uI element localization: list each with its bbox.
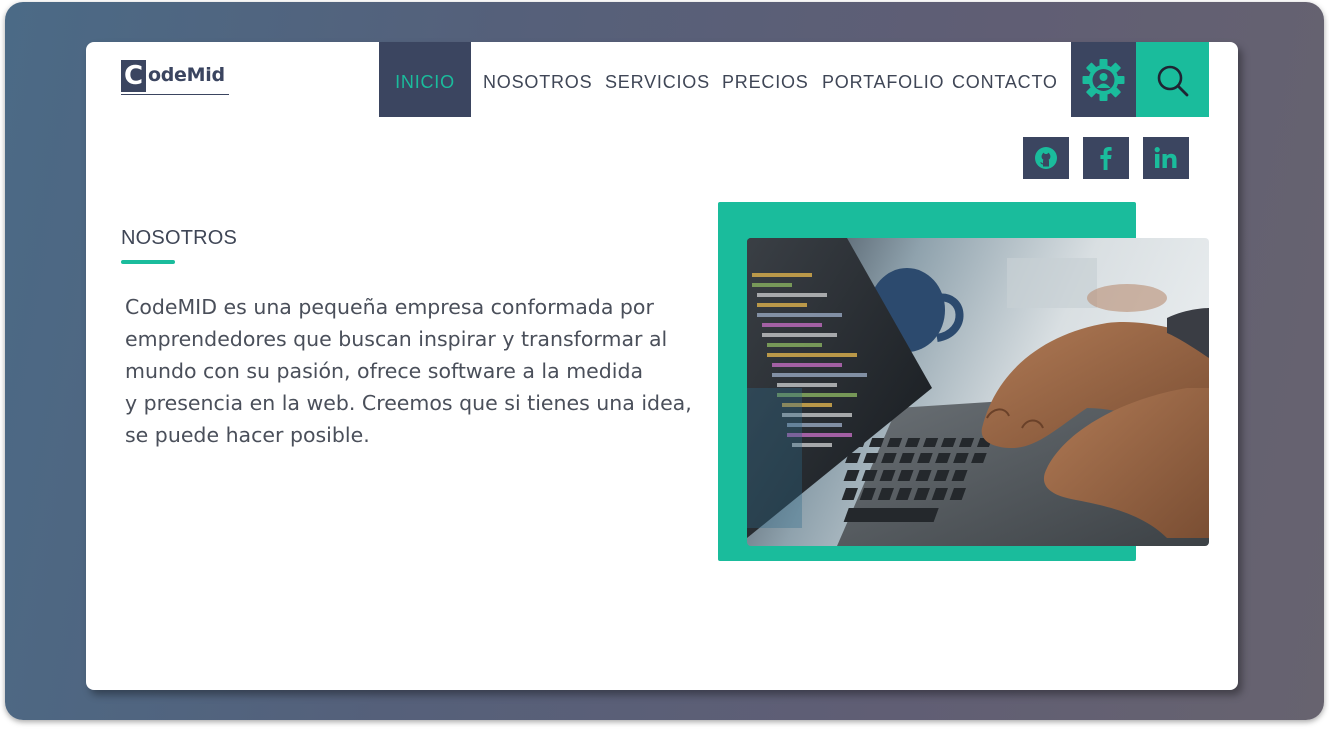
about-line: mundo con su pasión, ofrece software a l… — [125, 359, 644, 383]
title-underline — [121, 260, 175, 264]
section-title: NOSOTROS — [121, 227, 238, 249]
about-line: y presencia en la web. Creemos que si ti… — [125, 391, 692, 415]
logo[interactable]: C odeMid — [121, 60, 231, 95]
about-line: CodeMID es una pequeña empresa conformad… — [125, 295, 654, 319]
github-button[interactable] — [1023, 137, 1069, 179]
logo-initial: C — [121, 60, 146, 92]
search-button[interactable] — [1136, 42, 1209, 117]
nav-item-servicios[interactable]: SERVICIOS — [605, 42, 710, 117]
facebook-icon — [1100, 147, 1112, 170]
gear-user-icon — [1082, 59, 1125, 101]
nav-item-precios[interactable]: PRECIOS — [722, 42, 809, 117]
linkedin-button[interactable] — [1143, 137, 1189, 179]
search-icon — [1157, 65, 1189, 97]
nav-item-contacto[interactable]: CONTACTO — [952, 42, 1058, 117]
logo-text: odeMid — [148, 64, 225, 86]
facebook-button[interactable] — [1083, 137, 1129, 179]
nav-item-nosotros[interactable]: NOSOTROS — [483, 42, 592, 117]
about-line: se puede hacer posible. — [125, 423, 370, 447]
page-card: C odeMid INICIO NOSOTROS SERVICIOS PRECI… — [86, 42, 1238, 690]
hero-photo-laptop-coding — [747, 238, 1209, 546]
logo-underline — [121, 94, 229, 95]
nav-item-portafolio[interactable]: PORTAFOLIO — [822, 42, 944, 117]
settings-button[interactable] — [1071, 42, 1136, 117]
about-description: CodeMID es una pequeña empresa conformad… — [125, 291, 715, 451]
linkedin-icon — [1154, 147, 1177, 168]
nav-item-inicio[interactable]: INICIO — [379, 42, 471, 117]
about-line: emprendedores que buscan inspirar y tran… — [125, 327, 668, 351]
github-icon — [1035, 147, 1057, 169]
